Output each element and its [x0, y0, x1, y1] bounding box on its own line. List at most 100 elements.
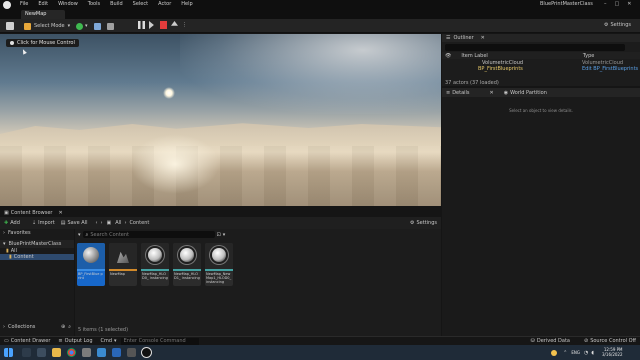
back-icon[interactable]: ‹	[96, 220, 98, 226]
select-mode-button[interactable]: Select Mode ▾	[24, 21, 70, 31]
mouse-control-hint[interactable]: Click for Mouse Control	[6, 39, 79, 47]
level-viewport[interactable]	[0, 34, 441, 206]
menu-select[interactable]: Select	[133, 1, 148, 7]
outliner-icon: ☰	[446, 35, 451, 41]
tree-item-content[interactable]: ▮ Content	[0, 254, 74, 260]
chevron-down-icon: ▾	[114, 338, 117, 344]
output-log-button[interactable]: ≡ Output Log	[58, 338, 92, 344]
import-button[interactable]: ⇣ Import	[32, 220, 55, 226]
mouse-control-label: Click for Mouse Control	[17, 40, 75, 46]
asset-tile[interactable]: NewMap	[109, 243, 137, 286]
save-all-button[interactable]: ▤ Save All	[61, 220, 88, 226]
details-tab[interactable]: ≡ Details	[446, 90, 470, 96]
world-partition-tab[interactable]: ◉ World Partition	[504, 90, 547, 96]
save-icon[interactable]	[6, 22, 14, 30]
gear-icon: ⚙	[410, 220, 415, 226]
settings-button[interactable]: ⚙ Settings	[604, 22, 631, 28]
volume-icon[interactable]: ◖	[591, 350, 594, 356]
breadcrumb-all[interactable]: All	[115, 220, 121, 226]
close-icon[interactable]: ✕	[627, 1, 631, 7]
menu-help[interactable]: Help	[181, 1, 192, 7]
project-section[interactable]: ▾ BluePrintMasterClass	[0, 240, 74, 248]
pause-icon[interactable]	[138, 21, 145, 29]
tray-chevron-icon[interactable]: ⌃	[563, 350, 567, 356]
content-drawer-button[interactable]: ▭ Content Drawer	[4, 338, 50, 344]
terminal-icon[interactable]	[97, 348, 106, 357]
cmd-dropdown[interactable]: Cmd ▾	[101, 338, 117, 344]
content-search-input[interactable]: ⌕ Search Content	[82, 231, 215, 238]
content-browser-tab[interactable]: ▣ Content Browser ✕	[0, 208, 441, 217]
file-explorer-icon[interactable]	[52, 348, 61, 357]
save-search-icon[interactable]: ⊡	[217, 232, 221, 238]
favorites-label: Favorites	[8, 230, 31, 236]
world-partition-label: World Partition	[510, 89, 547, 96]
blueprint-icon[interactable]	[93, 22, 101, 30]
language-indicator[interactable]: ENG	[571, 350, 580, 355]
eject-icon[interactable]	[171, 21, 178, 26]
chrome-icon[interactable]	[67, 348, 76, 357]
console-command-input[interactable]: Enter Console Command	[120, 337, 199, 345]
stop-icon[interactable]	[160, 21, 167, 29]
task-view-icon[interactable]	[37, 348, 46, 357]
asset-count-status: 5 items (1 selected)	[78, 327, 129, 333]
app-icon[interactable]	[82, 348, 91, 357]
clock[interactable]: 12:59 PM 3/16/2022	[602, 347, 623, 357]
cinematics-icon[interactable]	[106, 22, 114, 30]
breadcrumb-content[interactable]: Content	[129, 220, 149, 226]
unreal-editor-taskbar-icon[interactable]	[142, 348, 151, 357]
asset-tile[interactable]: NewMap_New Map1_HLOD0_ instancing	[205, 243, 233, 286]
outliner-row[interactable]: BP_FirstBlueprints Edit BP_FirstBlueprin…	[442, 66, 640, 72]
add-collection-icon[interactable]: ⊕	[61, 324, 65, 330]
windows-start-icon[interactable]	[4, 348, 13, 357]
menu-file[interactable]: File	[20, 1, 28, 7]
add-button[interactable]: ✚ Add	[4, 220, 20, 226]
sun-reflection	[130, 134, 220, 194]
maximize-icon[interactable]: □	[615, 1, 620, 7]
asset-thumbnail	[173, 243, 201, 269]
content-settings-label: Settings	[416, 220, 437, 226]
menu-tools[interactable]: Tools	[88, 1, 100, 7]
asset-tile[interactable]: NewMap_HLOD0_ instancing	[141, 243, 169, 286]
actor-type[interactable]: Edit BP_FirstBlueprints	[582, 66, 638, 72]
import-icon: ⇣	[31, 220, 37, 226]
content-settings-button[interactable]: ⚙ Settings	[410, 220, 437, 226]
favorites-section[interactable]: › Favorites	[0, 229, 74, 237]
unreal-logo-icon	[3, 1, 11, 9]
level-tab[interactable]: NewMap	[21, 10, 65, 19]
add-actor-button[interactable]: ▾	[76, 21, 114, 31]
forward-icon[interactable]: ›	[101, 220, 103, 226]
close-icon[interactable]: ✕	[58, 210, 62, 216]
network-icon[interactable]: ◔	[584, 350, 588, 356]
column-type[interactable]: Type	[583, 53, 594, 59]
search-icon[interactable]: ⌕	[68, 324, 71, 330]
content-search-placeholder: Search Content	[90, 231, 129, 238]
asset-thumbnail	[205, 243, 233, 269]
instancing-sphere-icon	[212, 248, 226, 262]
collections-section[interactable]: › Collections ⊕ ⌕	[3, 324, 73, 330]
asset-tile[interactable]: BP_FirstBlue print	[77, 243, 105, 286]
menu-actor[interactable]: Actor	[158, 1, 171, 7]
menu-edit[interactable]: Edit	[38, 1, 48, 7]
more-icon[interactable]: ⋮	[182, 22, 187, 28]
source-control-button[interactable]: ⊘ Source Control Off	[584, 338, 636, 344]
filter-icon[interactable]: ▾	[78, 232, 81, 238]
close-icon[interactable]: ✕	[490, 90, 494, 96]
media-icon[interactable]	[112, 348, 121, 357]
close-icon[interactable]: ✕	[481, 34, 485, 42]
visibility-icon[interactable]: 👁	[445, 53, 451, 59]
game-icon[interactable]	[127, 348, 136, 357]
content-browser-assets: ▾ ⌕ Search Content ⊡ ▾ BP_FirstBlue prin…	[75, 229, 441, 336]
outliner-column-header: 👁 Item Label Type	[442, 52, 640, 59]
search-taskbar-icon[interactable]	[22, 348, 31, 357]
add-icon: ✚	[4, 220, 9, 226]
menu-build[interactable]: Build	[110, 1, 123, 7]
menu-window[interactable]: Window	[58, 1, 78, 7]
folder-icon: ▮	[9, 254, 12, 260]
view-options-icon[interactable]: ▾	[223, 232, 226, 238]
column-item-label[interactable]: Item Label	[461, 53, 487, 59]
asset-tile[interactable]: NewMap_HLOD1_ instancing	[173, 243, 201, 286]
minimize-icon[interactable]: –	[604, 1, 607, 7]
derived-data-button[interactable]: ⛁ Derived Data	[531, 338, 570, 344]
outliner-search-input[interactable]	[445, 44, 625, 51]
skip-frame-icon[interactable]	[149, 21, 154, 29]
